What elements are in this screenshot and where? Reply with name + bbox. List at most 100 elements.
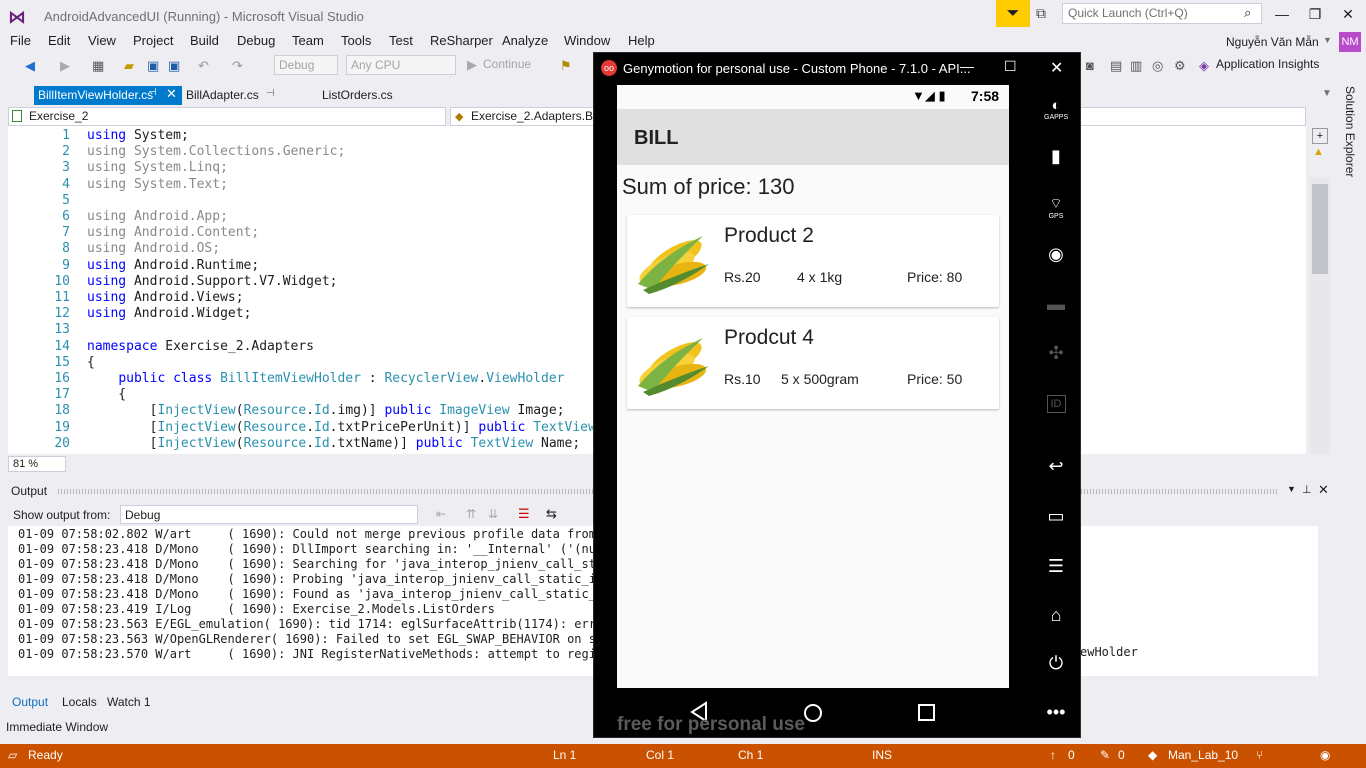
pin-icon[interactable]: ⊥ <box>1302 483 1312 496</box>
tab-locals[interactable]: Locals <box>62 695 97 709</box>
code-line[interactable]: [InjectView(Resource.Id.txtName)] public… <box>87 436 581 451</box>
code-line[interactable]: using Android.Content; <box>87 225 259 240</box>
menu-test[interactable]: Test <box>389 33 413 48</box>
notifications-icon[interactable]: ◉ <box>1320 748 1330 762</box>
redo-icon[interactable]: ↷ <box>232 58 243 74</box>
continue-button[interactable]: Continue <box>483 57 531 71</box>
code-line[interactable]: using Android.OS; <box>87 241 220 256</box>
platform-dropdown[interactable]: Any CPU <box>346 55 456 75</box>
tab-billitemviewholder[interactable]: BillItemViewHolder.cs <box>34 86 182 105</box>
minimize-button[interactable]: — <box>960 58 974 74</box>
close-button[interactable]: ✕ <box>1050 58 1063 78</box>
gps-icon[interactable]: ⌔ GPS <box>1044 195 1068 221</box>
code-line[interactable]: { <box>87 387 126 402</box>
code-line[interactable]: using Android.Runtime; <box>87 258 259 273</box>
warning-icon[interactable]: ▲ <box>1313 146 1324 158</box>
code-line[interactable]: using System; <box>87 128 189 143</box>
prev-message-icon[interactable]: ⇈ <box>466 507 476 521</box>
code-line[interactable]: namespace Exercise_2.Adapters <box>87 339 314 354</box>
more-icon[interactable]: ••• <box>1044 702 1068 723</box>
code-line[interactable]: using System.Text; <box>87 177 228 192</box>
panel-dropdown-icon[interactable]: ▼ <box>1287 484 1296 494</box>
solution-explorer-tab[interactable]: Solution Explorer <box>1343 86 1357 177</box>
repo-icon[interactable]: ◆ <box>1148 748 1157 762</box>
code-line[interactable]: using Android.Views; <box>87 290 244 305</box>
webcam-icon[interactable]: ◉ <box>1044 244 1068 265</box>
identifier-icon[interactable]: ID <box>1044 391 1068 413</box>
battery-icon[interactable]: ▮ <box>1044 146 1068 167</box>
menu-help[interactable]: Help <box>628 33 655 48</box>
arrow-up-icon[interactable]: ↑ <box>1050 748 1056 762</box>
new-project-icon[interactable]: ▦ <box>92 58 104 74</box>
close-button[interactable]: ✕ <box>1333 4 1363 24</box>
menu-project[interactable]: Project <box>133 33 173 48</box>
next-message-icon[interactable]: ⇊ <box>488 507 498 521</box>
pin-icon[interactable]: ⊣ <box>148 87 157 98</box>
code-line[interactable]: using Android.Support.V7.Widget; <box>87 274 338 289</box>
save-all-icon[interactable]: ▣ <box>168 58 180 74</box>
unpublished-count[interactable]: 0 <box>1068 748 1075 762</box>
pin-icon[interactable]: ⊣ <box>266 88 275 99</box>
code-line[interactable]: using System.Linq; <box>87 160 228 175</box>
menu-analyze[interactable]: Analyze <box>502 33 548 48</box>
quick-launch-input[interactable]: Quick Launch (Ctrl+Q) <box>1062 3 1262 24</box>
globe-icon[interactable]: ◎ <box>1152 58 1163 74</box>
scrollbar-thumb[interactable] <box>1312 184 1328 274</box>
menu-view[interactable]: View <box>88 33 116 48</box>
code-line[interactable]: [InjectView(Resource.Id.img)] public Ima… <box>87 403 565 418</box>
output-vertical-scrollbar[interactable] <box>1318 526 1332 676</box>
code-line[interactable]: [InjectView(Resource.Id.txtPricePerUnit)… <box>87 420 643 435</box>
terminal-icon[interactable]: ▤ <box>1110 58 1122 74</box>
code-line[interactable]: public class BillItemViewHolder : Recycl… <box>87 371 564 386</box>
menu-team[interactable]: Team <box>292 33 324 48</box>
layout-icon[interactable]: ▥ <box>1130 58 1142 74</box>
back-icon[interactable]: ◀ <box>25 58 35 74</box>
menu-tools[interactable]: Tools <box>341 33 371 48</box>
minimize-button[interactable]: — <box>1267 4 1297 24</box>
code-line[interactable]: using Android.App; <box>87 209 228 224</box>
search-icon[interactable]: ⌕ <box>1244 5 1251 21</box>
home-icon[interactable] <box>802 702 824 724</box>
maximize-button[interactable]: ☐ <box>1004 58 1017 75</box>
play-icon[interactable]: ▶ <box>467 57 477 73</box>
menu-icon[interactable]: ☰ <box>1044 556 1068 577</box>
word-wrap-icon[interactable]: ⇆ <box>546 506 557 522</box>
camera-icon[interactable]: ◙ <box>1086 58 1094 73</box>
recent-apps-icon[interactable]: ▭ <box>1044 506 1068 527</box>
move-icon[interactable]: ✣ <box>1044 343 1068 364</box>
tab-overflow-icon[interactable]: ▼ <box>1322 88 1332 99</box>
menu-resharper[interactable]: ReSharper <box>430 33 493 48</box>
forward-icon[interactable]: ▶ <box>60 58 70 74</box>
menu-window[interactable]: Window <box>564 33 610 48</box>
menu-file[interactable]: File <box>10 33 31 48</box>
application-insights-button[interactable]: Application Insights <box>1216 57 1319 71</box>
repository-name[interactable]: Man_Lab_10 <box>1168 748 1238 762</box>
screencast-icon[interactable]: ▬ <box>1044 294 1068 315</box>
code-line[interactable]: using Android.Widget; <box>87 306 251 321</box>
find-icon[interactable]: ⇤ <box>436 507 446 521</box>
undo-icon[interactable]: ↶ <box>198 58 209 74</box>
code-line[interactable]: { <box>87 355 95 370</box>
menu-edit[interactable]: Edit <box>48 33 70 48</box>
configuration-dropdown[interactable]: Debug <box>274 55 338 75</box>
avatar[interactable]: NM <box>1339 32 1361 52</box>
notifications-filter-icon[interactable]: ⏷ <box>996 0 1030 27</box>
show-output-from-dropdown[interactable]: Debug <box>120 505 418 524</box>
close-icon[interactable]: ✕ <box>1318 482 1329 498</box>
feedback-icon[interactable]: ⧉ <box>1036 5 1054 23</box>
open-folder-icon[interactable]: ▰ <box>124 58 134 74</box>
save-icon[interactable]: ▣ <box>147 58 159 74</box>
user-name[interactable]: Nguyễn Văn Mẫn <box>1226 35 1319 49</box>
attach-icon[interactable]: ⚑ <box>560 58 572 74</box>
tab-listorders[interactable]: ListOrders.cs <box>322 88 393 102</box>
tab-output[interactable]: Output <box>12 695 48 709</box>
menu-debug[interactable]: Debug <box>237 33 275 48</box>
immediate-window-tab[interactable]: Immediate Window <box>6 720 108 734</box>
tab-billadapter[interactable]: BillAdapter.cs <box>186 88 259 102</box>
back-icon[interactable]: ↩ <box>1044 456 1068 477</box>
home-icon[interactable]: ⌂ <box>1044 605 1068 626</box>
power-icon[interactable]: ⏻ <box>1044 653 1068 674</box>
pencil-icon[interactable]: ✎ <box>1100 748 1110 762</box>
project-dropdown[interactable]: Exercise_2 <box>8 107 446 126</box>
menu-build[interactable]: Build <box>190 33 219 48</box>
